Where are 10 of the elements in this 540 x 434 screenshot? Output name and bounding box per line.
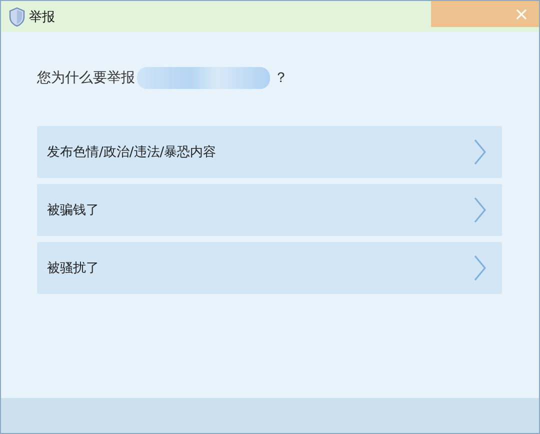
chevron-right-icon xyxy=(474,197,486,223)
chevron-right-icon xyxy=(474,255,486,281)
chevron-right-icon xyxy=(474,139,486,165)
report-option[interactable]: 发布色情/政治/违法/暴恐内容 xyxy=(37,126,502,178)
report-option[interactable]: 被骗钱了 xyxy=(37,184,502,236)
question-text: 您为什么要举报 xyxy=(37,69,135,87)
shield-icon xyxy=(9,6,25,26)
report-option[interactable]: 被骚扰了 xyxy=(37,242,502,294)
window-title: 举报 xyxy=(29,8,55,26)
question-mark: ？ xyxy=(274,69,288,87)
